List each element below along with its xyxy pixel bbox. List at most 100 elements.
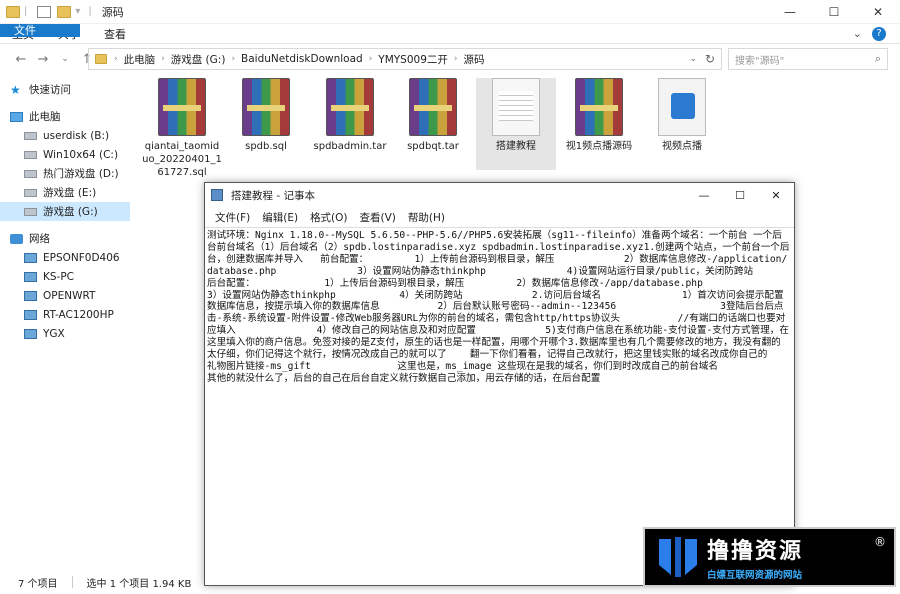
sidebar-item-ks-pc[interactable]: KS-PC — [0, 267, 130, 286]
archive-icon — [242, 78, 290, 136]
drive-icon — [24, 188, 37, 197]
sidebar-item-network[interactable]: 网络 — [0, 229, 130, 248]
notepad-minimize-button[interactable]: — — [686, 183, 722, 207]
notepad-window: 搭建教程 - 记事本 — ☐ ✕ 文件(F) 编辑(E) 格式(O) 查看(V)… — [204, 182, 795, 586]
network-icon — [10, 233, 23, 244]
notepad-close-button[interactable]: ✕ — [758, 183, 794, 207]
tab-view[interactable]: 查看 — [92, 24, 138, 43]
file-item[interactable]: spdb.sql — [226, 78, 306, 153]
navigation-pane: ★ 快速访问 此电脑 userdisk (B:) Win10x64 (C:) 热… — [0, 80, 130, 566]
file-item-selected[interactable]: 搭建教程 — [476, 78, 556, 170]
chevron-right-icon: › — [368, 54, 373, 64]
refresh-icon[interactable]: ↻ — [705, 52, 715, 66]
file-name: qiantai_taomiduo_20220401_161727.sql — [142, 141, 222, 178]
folder-icon — [95, 54, 107, 64]
maximize-button[interactable]: ☐ — [812, 0, 856, 24]
expand-ribbon-icon[interactable]: ⌄ — [853, 27, 862, 40]
qat-dropdown-icon[interactable]: ▾ — [75, 6, 80, 17]
new-folder-icon[interactable] — [57, 5, 72, 18]
sidebar-item-openwrt[interactable]: OPENWRT — [0, 286, 130, 305]
file-item[interactable]: 视频点播 — [642, 78, 722, 153]
navigation-bar: ← → ⌄ ↑ › 此电脑 › 游戏盘 (G:) › BaiduNetdiskD… — [0, 44, 900, 74]
separator — [71, 576, 73, 588]
help-icon[interactable]: ? — [872, 26, 886, 41]
chevron-right-icon: › — [453, 54, 458, 64]
explorer-titlebar: | ▾ | 源码 — ☐ ✕ — [0, 0, 900, 24]
file-item[interactable]: spdbqt.tar — [393, 78, 473, 153]
address-dropdown-icon[interactable]: ⌄ — [689, 54, 697, 64]
sidebar-item-drive-g[interactable]: 游戏盘 (G:) — [0, 202, 130, 221]
monitor-icon — [24, 252, 37, 263]
close-button[interactable]: ✕ — [856, 0, 900, 24]
sidebar-item-userdisk[interactable]: userdisk (B:) — [0, 126, 130, 145]
menu-format[interactable]: 格式(O) — [304, 210, 353, 225]
file-item[interactable]: 视1频点播源码 — [559, 78, 639, 153]
sidebar-item-label: OPENWRT — [43, 289, 96, 302]
search-box[interactable]: 搜索"源码" ⌕ — [728, 48, 888, 70]
drive-icon — [24, 207, 37, 216]
notepad-icon — [211, 189, 223, 201]
notepad-titlebar: 搭建教程 - 记事本 — ☐ ✕ — [205, 183, 794, 207]
sidebar-item-epson[interactable]: EPSONF0D406 — [0, 248, 130, 267]
window-controls: — ☐ ✕ — [768, 0, 900, 24]
ribbon-tabs: 文件 主页 共享 查看 ⌄ ? — [0, 24, 900, 44]
menu-file[interactable]: 文件(F) — [209, 210, 256, 225]
separator: | — [24, 6, 28, 17]
menu-view[interactable]: 查看(V) — [354, 210, 402, 225]
chevron-right-icon: › — [161, 54, 165, 64]
watermark-subtitle: 白嫖互联网资源的网站 — [707, 570, 803, 581]
sidebar-item-label: 此电脑 — [29, 111, 61, 123]
sidebar-item-label: 游戏盘 (G:) — [43, 206, 98, 218]
sidebar-item-label: 热门游戏盘 (D:) — [43, 168, 119, 180]
sidebar-item-label: KS-PC — [43, 270, 75, 283]
notepad-maximize-button[interactable]: ☐ — [722, 183, 758, 207]
selection-info: 选中 1 个项目 1.94 KB — [86, 578, 192, 590]
sidebar-item-ygx[interactable]: YGX — [0, 324, 130, 343]
video-file-icon — [658, 78, 706, 136]
sidebar-item-label: Win10x64 (C:) — [43, 148, 119, 161]
back-arrow-icon[interactable]: ← — [10, 52, 32, 67]
properties-icon[interactable] — [37, 5, 52, 18]
site-logo-icon — [659, 537, 697, 577]
registered-mark: ® — [874, 535, 886, 549]
menu-help[interactable]: 帮助(H) — [402, 210, 451, 225]
monitor-icon — [24, 328, 37, 339]
file-name: spdbqt.tar — [407, 141, 459, 152]
archive-icon — [575, 78, 623, 136]
breadcrumb-source[interactable]: 源码 — [464, 52, 485, 67]
recent-locations-icon[interactable]: ⌄ — [54, 54, 76, 64]
sidebar-item-drive-d[interactable]: 热门游戏盘 (D:) — [0, 164, 130, 183]
tab-file[interactable]: 文件 — [0, 24, 80, 37]
file-item[interactable]: qiantai_taomiduo_20220401_161727.sql — [142, 78, 222, 179]
breadcrumb-baidu[interactable]: BaiduNetdiskDownload — [241, 53, 363, 65]
archive-icon — [158, 78, 206, 136]
address-bar[interactable]: › 此电脑 › 游戏盘 (G:) › BaiduNetdiskDownload … — [88, 48, 722, 70]
forward-arrow-icon[interactable]: → — [32, 52, 54, 67]
drive-icon — [24, 169, 37, 178]
monitor-icon — [24, 309, 37, 320]
sidebar-item-label: userdisk (B:) — [43, 129, 110, 142]
file-name: 搭建教程 — [496, 141, 536, 152]
search-placeholder: 搜索"源码" — [735, 55, 785, 67]
breadcrumb-this-pc[interactable]: 此电脑 — [124, 52, 156, 67]
watermark-title: 撸撸资源 — [707, 539, 804, 564]
breadcrumb-ymys[interactable]: YMYS009二开 — [378, 52, 448, 67]
chevron-right-icon: › — [114, 54, 118, 64]
item-count: 7 个项目 — [18, 578, 58, 590]
file-item[interactable]: spdbadmin.tar — [310, 78, 390, 153]
monitor-icon — [24, 290, 37, 301]
archive-icon — [326, 78, 374, 136]
sidebar-item-rt-ac1200hp[interactable]: RT-AC1200HP — [0, 305, 130, 324]
text-document-icon — [492, 78, 540, 136]
sidebar-item-drive-e[interactable]: 游戏盘 (E:) — [0, 183, 130, 202]
watermark-banner: 撸撸资源 白嫖互联网资源的网站 ® — [643, 527, 896, 587]
file-name: 视频点播 — [662, 141, 702, 152]
minimize-button[interactable]: — — [768, 0, 812, 24]
breadcrumb-drive-g[interactable]: 游戏盘 (G:) — [171, 52, 226, 67]
sidebar-item-quick-access[interactable]: ★ 快速访问 — [0, 80, 130, 99]
sidebar-item-this-pc[interactable]: 此电脑 — [0, 107, 130, 126]
sidebar-item-win10[interactable]: Win10x64 (C:) — [0, 145, 130, 164]
star-icon: ★ — [10, 82, 21, 97]
sidebar-item-label: YGX — [43, 327, 65, 340]
menu-edit[interactable]: 编辑(E) — [256, 210, 304, 225]
